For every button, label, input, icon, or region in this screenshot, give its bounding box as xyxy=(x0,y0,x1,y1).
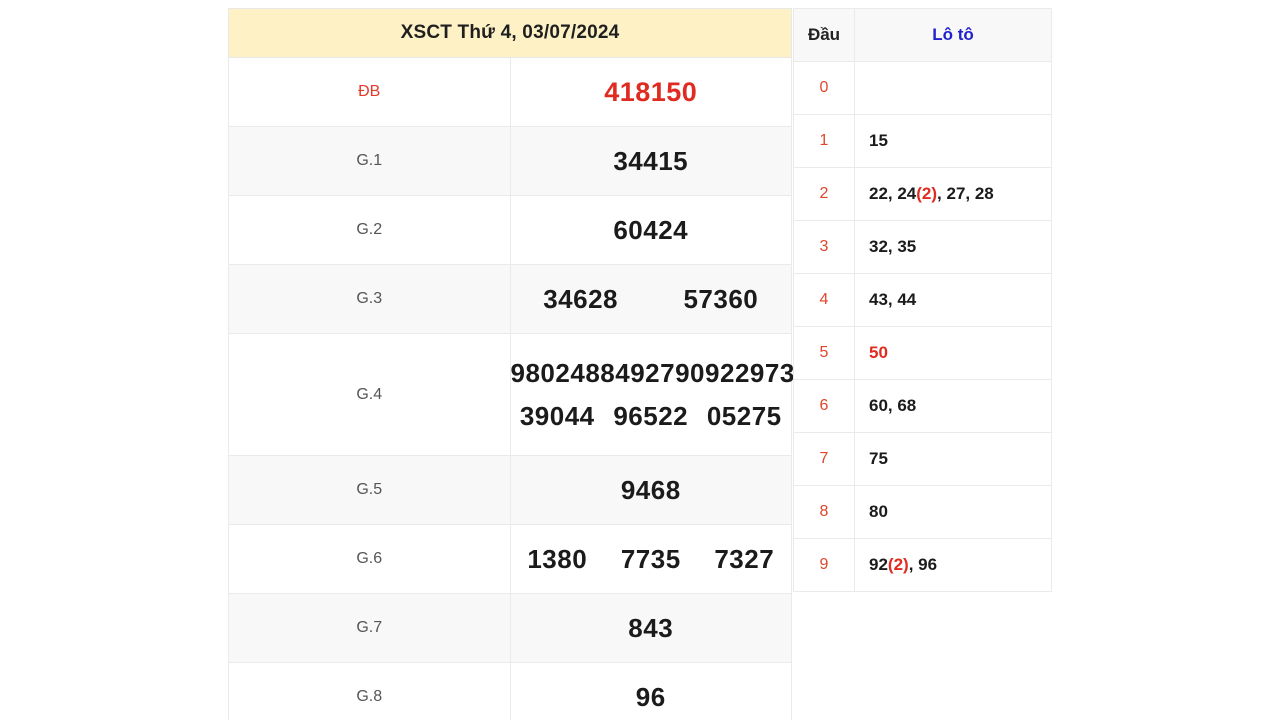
prize-values-g4-line1: 98024 88492 79092 29732 xyxy=(510,357,810,389)
prize-number: 96 xyxy=(635,681,666,712)
prize-values-g4: 98024 88492 79092 29732 39044 96522 0527… xyxy=(509,333,810,456)
prize-label-g8: G.8 xyxy=(228,662,511,720)
table-row: ĐB 418150 xyxy=(228,57,792,127)
prize-number: 9468 xyxy=(620,474,681,505)
table-row: G.5 9468 xyxy=(228,455,792,525)
prize-number: 79092 xyxy=(660,357,735,388)
prize-values-g2: 60424 xyxy=(509,195,792,265)
prize-label-db: ĐB xyxy=(228,57,511,127)
loto-row: 0 xyxy=(793,61,1052,115)
loto-duplicate-count: (2) xyxy=(887,555,909,574)
prize-values-g7: 843 xyxy=(509,593,792,663)
loto-dau-digit: 4 xyxy=(793,273,855,327)
loto-number-group: , 27, 28 xyxy=(937,184,994,203)
loto-numbers: 80 xyxy=(854,485,1052,539)
table-row: G.7 843 xyxy=(228,593,792,663)
loto-numbers: 75 xyxy=(854,432,1052,486)
prize-values-g8: 96 xyxy=(509,662,792,720)
loto-numbers: 22, 24(2), 27, 28 xyxy=(854,167,1052,221)
prize-number: 57360 xyxy=(683,283,759,314)
prize-number: 418150 xyxy=(604,76,698,107)
prize-number: 7327 xyxy=(714,543,775,574)
table-row: G.8 96 xyxy=(228,662,792,720)
loto-row: 6 60, 68 xyxy=(793,379,1052,433)
prize-values-db: 418150 xyxy=(509,57,792,127)
loto-number-group: 60, 68 xyxy=(869,396,917,415)
loto-row: 3 32, 35 xyxy=(793,220,1052,274)
loto-numbers: 32, 35 xyxy=(854,220,1052,274)
loto-dau-digit: 3 xyxy=(793,220,855,274)
loto-dau-digit: 0 xyxy=(793,61,855,115)
loto-numbers: 43, 44 xyxy=(854,273,1052,327)
loto-numbers xyxy=(854,61,1052,115)
loto-header-loto: Lô tô xyxy=(854,8,1052,62)
loto-numbers: 50 xyxy=(854,326,1052,380)
loto-number-group: 43, 44 xyxy=(869,290,917,309)
prize-number: 60424 xyxy=(613,214,689,245)
loto-dau-digit: 7 xyxy=(793,432,855,486)
prize-number: 39044 xyxy=(519,400,595,431)
lottery-result-table: XSCT Thứ 4, 03/07/2024 ĐB 418150 G.1 344… xyxy=(228,8,810,720)
loto-dau-digit: 9 xyxy=(793,538,855,592)
prize-number: 05275 xyxy=(706,400,782,431)
lottery-results-page: XSCT Thứ 4, 03/07/2024 ĐB 418150 G.1 344… xyxy=(0,0,1280,720)
loto-row: 7 75 xyxy=(793,432,1052,486)
loto-header-dau: Đầu xyxy=(793,8,855,62)
loto-row: 5 50 xyxy=(793,326,1052,380)
loto-dau-digit: 1 xyxy=(793,114,855,168)
prize-number: 34415 xyxy=(613,145,689,176)
prize-label-g4: G.4 xyxy=(228,333,511,456)
prize-values-g3: 34628 57360 xyxy=(509,264,792,334)
prize-number: 34628 xyxy=(543,283,619,314)
prize-values-g6: 1380 7735 7327 xyxy=(509,524,792,594)
loto-row: 2 22, 24(2), 27, 28 xyxy=(793,167,1052,221)
prize-number: 98024 xyxy=(510,357,586,388)
loto-number-group: 15 xyxy=(869,131,888,150)
loto-numbers: 92(2), 96 xyxy=(854,538,1052,592)
loto-number-group: 75 xyxy=(869,449,888,468)
table-row: G.1 34415 xyxy=(228,126,792,196)
table-row: G.2 60424 xyxy=(228,195,792,265)
result-table-title: XSCT Thứ 4, 03/07/2024 xyxy=(228,8,792,58)
loto-duplicate-count: (2) xyxy=(916,184,938,203)
loto-number-group: 80 xyxy=(869,502,888,521)
prize-label-g2: G.2 xyxy=(228,195,511,265)
prize-number: 843 xyxy=(628,612,674,643)
loto-number-group: 32, 35 xyxy=(869,237,917,256)
result-header-row: XSCT Thứ 4, 03/07/2024 xyxy=(228,8,792,58)
prize-values-g1: 34415 xyxy=(509,126,792,196)
loto-row: 1 15 xyxy=(793,114,1052,168)
loto-numbers: 60, 68 xyxy=(854,379,1052,433)
loto-row: 8 80 xyxy=(793,485,1052,539)
loto-row: 4 43, 44 xyxy=(793,273,1052,327)
prize-values-g4-line2: 39044 96522 05275 xyxy=(511,401,792,432)
prize-label-g7: G.7 xyxy=(228,593,511,663)
prize-label-g6: G.6 xyxy=(228,524,511,594)
prize-values-g5: 9468 xyxy=(509,455,792,525)
loto-table: Đầu Lô tô 0 1 15 2 22, 24(2), 27, 28 3 32, 35 4… xyxy=(793,8,1052,592)
table-row: G.3 34628 57360 xyxy=(228,264,792,334)
prize-number: 88492 xyxy=(585,357,661,388)
loto-number-group: 92 xyxy=(869,555,888,574)
loto-dau-digit: 8 xyxy=(793,485,855,539)
loto-dau-digit: 5 xyxy=(793,326,855,380)
loto-row: 9 92(2), 96 xyxy=(793,538,1052,592)
loto-dau-digit: 6 xyxy=(793,379,855,433)
prize-label-g3: G.3 xyxy=(228,264,511,334)
prize-label-g5: G.5 xyxy=(228,455,511,525)
table-row: G.6 1380 7735 7327 xyxy=(228,524,792,594)
loto-number-group: 22, 24 xyxy=(869,184,917,203)
loto-numbers: 15 xyxy=(854,114,1052,168)
prize-number: 7735 xyxy=(620,543,681,574)
prize-number: 1380 xyxy=(527,543,588,574)
loto-number-group: , 96 xyxy=(908,555,938,574)
loto-header-row: Đầu Lô tô xyxy=(793,8,1052,62)
loto-table-body: 0 1 15 2 22, 24(2), 27, 28 3 32, 35 4 43, 44 5 50 6… xyxy=(793,61,1052,592)
table-row: G.4 98024 88492 79092 29732 39044 96522 … xyxy=(228,333,810,456)
prize-number: 96522 xyxy=(613,400,689,431)
prize-label-g1: G.1 xyxy=(228,126,511,196)
loto-dau-digit: 2 xyxy=(793,167,855,221)
loto-number-group: 50 xyxy=(869,343,888,362)
